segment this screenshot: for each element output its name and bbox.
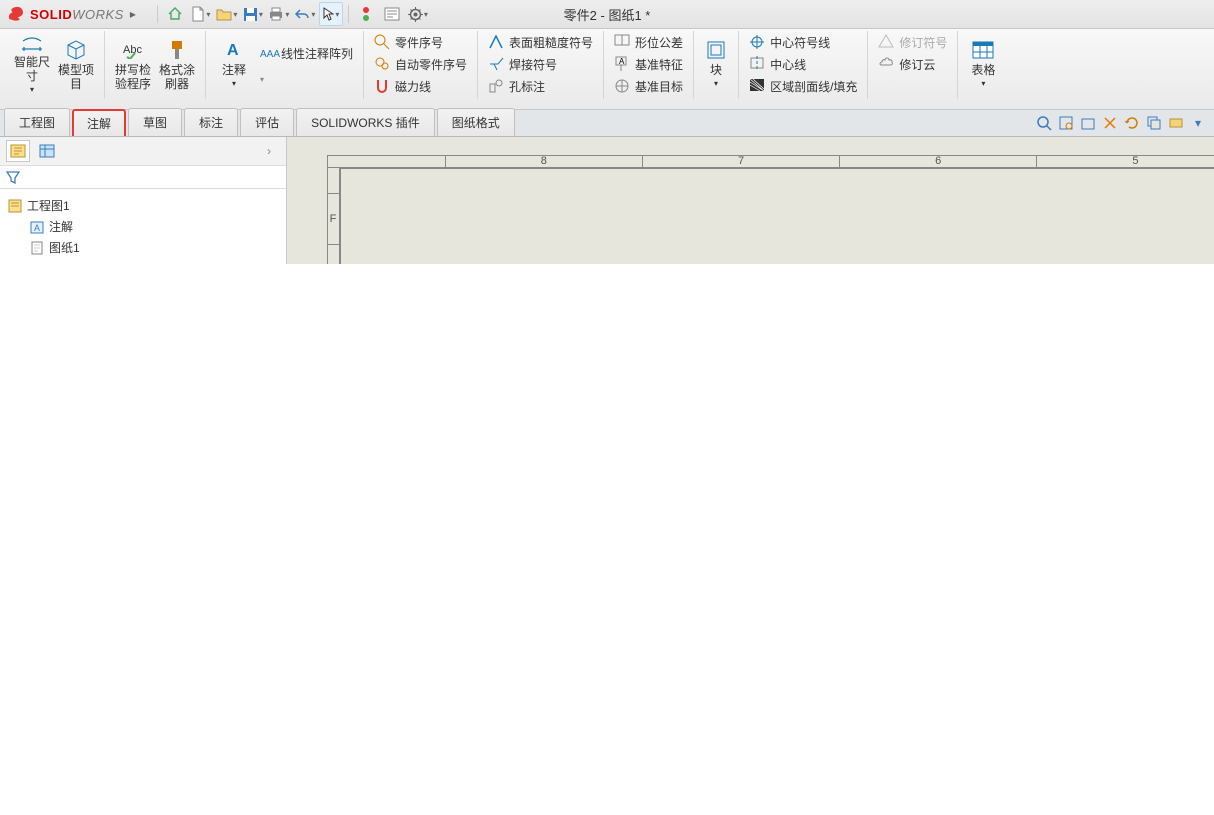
tab-annotations[interactable]: 注解 bbox=[72, 109, 126, 136]
hide-show-icon[interactable] bbox=[1166, 113, 1186, 133]
geometric-tolerance-button[interactable]: 形位公差 bbox=[610, 31, 687, 53]
weld-symbol-button[interactable]: 焊接符号 bbox=[484, 53, 597, 75]
settings-button[interactable]: ▾ bbox=[406, 2, 430, 26]
drawing-sheet: 8 7 6 5 F E D C bbox=[327, 155, 1214, 264]
save-button[interactable]: ▾ bbox=[241, 2, 265, 26]
sheet-icon bbox=[30, 241, 44, 255]
model-items-button[interactable]: 模型项目 bbox=[54, 31, 98, 97]
center-mark-button[interactable]: 中心符号线 bbox=[745, 31, 861, 53]
magnetic-line-button[interactable]: 磁力线 bbox=[370, 75, 471, 97]
datum-feature-button[interactable]: A基准特征 bbox=[610, 53, 687, 75]
panel-expand-icon[interactable]: › bbox=[258, 141, 280, 161]
balloon-button[interactable]: 零件序号 bbox=[370, 31, 471, 53]
note-button[interactable]: A注释▾ bbox=[212, 31, 256, 97]
home-button[interactable] bbox=[163, 2, 187, 26]
section-view-icon[interactable] bbox=[1100, 113, 1120, 133]
ruler-top: 8 7 6 5 bbox=[327, 155, 1214, 168]
drawing-doc-icon bbox=[8, 199, 22, 213]
menu-expand-icon[interactable]: ▸ bbox=[130, 7, 136, 21]
solidworks-logo bbox=[6, 4, 26, 24]
tables-button[interactable]: 表格▾ bbox=[964, 31, 1002, 97]
tab-evaluate[interactable]: 评估 bbox=[240, 108, 294, 136]
display-style-icon[interactable] bbox=[1144, 113, 1164, 133]
options-dialog-button[interactable] bbox=[380, 2, 404, 26]
rotate-view-icon[interactable] bbox=[1122, 113, 1142, 133]
open-button[interactable]: ▾ bbox=[215, 2, 239, 26]
filter-bar[interactable] bbox=[0, 166, 286, 189]
tab-markup[interactable]: 标注 bbox=[184, 108, 238, 136]
app-name: SOLIDWORKS bbox=[30, 7, 124, 22]
tab-sheet-format[interactable]: 图纸格式 bbox=[437, 108, 515, 136]
feature-tree: 工程图1 A 注解 图纸1 bbox=[0, 189, 286, 264]
print-button[interactable]: ▾ bbox=[267, 2, 291, 26]
quick-access-toolbar: ▾ ▾ ▾ ▾ ▾ ▾ ▾ bbox=[154, 2, 430, 26]
svg-text:A: A bbox=[34, 223, 40, 233]
svg-text:A: A bbox=[619, 57, 625, 66]
tab-sketch[interactable]: 草图 bbox=[128, 108, 182, 136]
feature-manager-panel: › 工程图1 A 注解 图纸1 bbox=[0, 137, 287, 264]
ribbon-tabs: 工程图 注解 草图 标注 评估 SOLIDWORKS 插件 图纸格式 ▾ bbox=[0, 110, 1214, 137]
revision-cloud-button[interactable]: 修订云 bbox=[874, 53, 951, 75]
format-painter-button[interactable]: 格式涂刷器 bbox=[155, 31, 199, 97]
zoom-window-icon[interactable] bbox=[1056, 113, 1076, 133]
viewport-controls: ▾ bbox=[1034, 110, 1208, 136]
svg-text:A: A bbox=[227, 42, 239, 59]
select-button[interactable]: ▾ bbox=[319, 2, 343, 26]
datum-target-button[interactable]: 基准目标 bbox=[610, 75, 687, 97]
panel-tabs: › bbox=[0, 137, 286, 166]
filter-icon bbox=[6, 170, 20, 184]
document-title: 零件2 - 图纸1 * bbox=[564, 5, 651, 24]
ruler-left: F E D C bbox=[327, 168, 340, 264]
revision-symbol-button: 修订符号 bbox=[874, 31, 951, 53]
linear-note-pattern-button[interactable]: AAA线性注释阵列 bbox=[256, 38, 357, 68]
title-bar: SOLIDWORKS ▸ ▾ ▾ ▾ ▾ ▾ ▾ ▾ 零件2 - 图纸1 * bbox=[0, 0, 1214, 29]
rebuild-button[interactable] bbox=[354, 2, 378, 26]
ribbon: 智能尺寸▾ 模型项目 Abc拼写检验程序 格式涂刷器 A注释▾ AAA线性注释阵… bbox=[0, 29, 1214, 110]
main-area: › 工程图1 A 注解 图纸1 大水牛测绘 8 7 bbox=[0, 137, 1214, 264]
tree-sheet1[interactable]: 图纸1 bbox=[30, 237, 278, 258]
block-button[interactable]: 块▾ bbox=[700, 31, 732, 97]
smart-dimension-button[interactable]: 智能尺寸▾ bbox=[10, 31, 54, 97]
annotations-icon: A bbox=[30, 220, 44, 234]
property-tab-icon[interactable] bbox=[36, 141, 58, 161]
new-button[interactable]: ▾ bbox=[189, 2, 213, 26]
surface-finish-button[interactable]: 表面粗糙度符号 bbox=[484, 31, 597, 53]
tab-addins[interactable]: SOLIDWORKS 插件 bbox=[296, 108, 435, 136]
tree-root[interactable]: 工程图1 bbox=[8, 195, 278, 216]
area-hatch-button[interactable]: 区域剖面线/填充 bbox=[745, 75, 861, 97]
tree-annotations[interactable]: A 注解 bbox=[30, 216, 278, 237]
drawing-canvas[interactable]: 大水牛测绘 8 7 6 5 F E D C bbox=[287, 137, 1214, 264]
feature-tree-tab-icon[interactable] bbox=[6, 140, 30, 162]
zoom-fit-icon[interactable] bbox=[1034, 113, 1054, 133]
prev-view-icon[interactable] bbox=[1078, 113, 1098, 133]
centerline-button[interactable]: 中心线 bbox=[745, 53, 861, 75]
more-icon[interactable]: ▾ bbox=[1188, 113, 1208, 133]
hole-callout-button[interactable]: 孔标注 bbox=[484, 75, 597, 97]
svg-text:AAA: AAA bbox=[260, 49, 280, 60]
auto-balloon-button[interactable]: 自动零件序号 bbox=[370, 53, 471, 75]
spell-check-button[interactable]: Abc拼写检验程序 bbox=[111, 31, 155, 97]
undo-button[interactable]: ▾ bbox=[293, 2, 317, 26]
tab-drawing[interactable]: 工程图 bbox=[4, 108, 70, 136]
